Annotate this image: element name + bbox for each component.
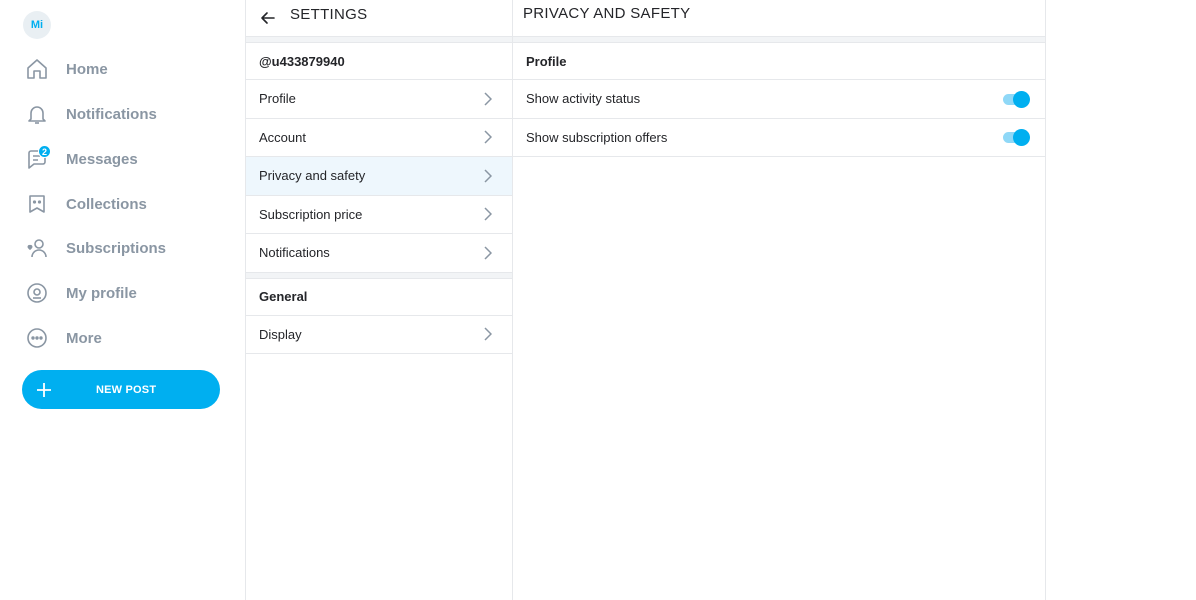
subscription-offers-toggle[interactable] [1003,129,1030,147]
settings-header: SETTINGS [246,0,512,37]
nav-label: Collections [66,195,147,213]
settings-item-account[interactable]: Account [246,119,512,157]
settings-item-subscription-price[interactable]: Subscription price [246,196,512,234]
nav-item-my-profile[interactable]: My profile [22,273,222,313]
nav-label: Home [66,60,108,78]
chevron-right-icon [484,92,494,106]
chevron-right-icon [484,169,494,183]
setting-label: Show subscription offers [526,129,668,145]
nav-item-home[interactable]: Home [22,49,222,89]
nav-item-collections[interactable]: Collections [22,184,222,224]
nav-item-more[interactable]: More [22,318,222,358]
settings-item-profile[interactable]: Profile [246,80,512,119]
privacy-panel: PRIVACY AND SAFETY Profile Show activity… [513,0,1046,600]
profile-icon [22,278,52,308]
plus-icon [24,382,64,398]
new-post-button[interactable]: NEW POST [22,370,220,409]
home-icon [22,54,52,84]
general-header: General [246,279,512,316]
message-count-badge: 2 [38,145,51,158]
nav-label: More [66,329,102,347]
settings-item-label: Profile [259,91,296,107]
nav-label: Subscriptions [66,239,167,257]
bell-icon [22,99,52,129]
nav-item-notifications[interactable]: Notifications [22,94,222,134]
nav-label: Messages [66,150,138,168]
setting-row-activity-status: Show activity status [513,80,1045,119]
more-icon [22,323,52,353]
left-navigation: Mi Home Notifications 2 Messages Collect… [0,0,245,600]
bookmark-icon [22,189,52,219]
settings-item-label: Display [259,326,302,342]
settings-panel: SETTINGS @u433879940 Profile Account Pri… [245,0,513,600]
settings-item-label: Notifications [259,245,330,261]
setting-label: Show activity status [526,91,641,107]
chevron-right-icon [484,207,494,221]
nav-label: My profile [66,284,137,302]
new-post-label: NEW POST [96,383,157,396]
chevron-right-icon [484,130,494,144]
chevron-right-icon [484,246,494,260]
chevron-right-icon [484,327,494,341]
nav-item-messages[interactable]: 2 Messages [22,139,222,179]
username-header: @u433879940 [246,43,512,80]
page-title: SETTINGS [290,5,368,23]
chat-icon: 2 [22,144,52,174]
user-heart-icon [22,233,52,263]
settings-item-display[interactable]: Display [246,316,512,354]
settings-item-label: Account [259,129,306,145]
settings-item-privacy-and-safety[interactable]: Privacy and safety [246,157,512,196]
back-arrow-icon[interactable] [248,0,288,37]
profile-section-header: Profile [513,43,1045,80]
avatar[interactable]: Mi [23,11,51,39]
settings-item-label: Privacy and safety [259,168,366,184]
nav-label: Notifications [66,105,157,123]
page-title: PRIVACY AND SAFETY [523,5,691,22]
setting-row-subscription-offers: Show subscription offers [513,119,1045,157]
nav-item-subscriptions[interactable]: Subscriptions [22,228,222,268]
activity-status-toggle[interactable] [1003,90,1030,108]
settings-item-label: Subscription price [259,206,363,222]
settings-item-notifications[interactable]: Notifications [246,234,512,273]
privacy-header: PRIVACY AND SAFETY [513,0,1045,37]
